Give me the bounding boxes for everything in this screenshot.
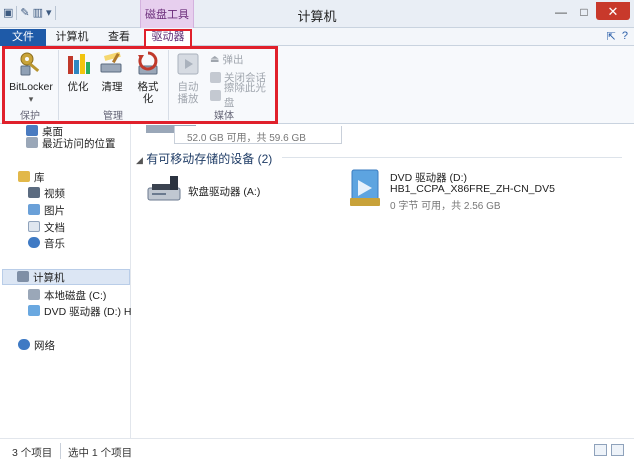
dvd-drive-icon xyxy=(28,305,40,316)
dvd-drive-icon-large xyxy=(350,169,380,206)
selected-count: 选中 1 个项目 xyxy=(68,447,133,459)
local-disk-free: 52.0 GB 可用，共 59.6 GB xyxy=(187,133,306,144)
music-icon xyxy=(28,237,40,248)
tab-view[interactable]: 查看 xyxy=(104,29,134,46)
window-title: 计算机 xyxy=(297,9,337,24)
nav-item-libraries[interactable]: 库 xyxy=(18,170,45,186)
item-count: 3 个项目 xyxy=(12,447,53,459)
dvd-free-space: 0 字节 可用，共 2.56 GB xyxy=(390,201,501,212)
minimize-ribbon-icon[interactable]: ⇱ xyxy=(607,30,616,43)
libraries-icon xyxy=(18,171,30,182)
desktop-icon xyxy=(26,125,38,136)
floppy-drive-item[interactable]: 软盘驱动器 (A:) xyxy=(146,174,326,208)
tab-file[interactable]: 文件 xyxy=(0,29,46,46)
documents-icon xyxy=(28,221,40,232)
section-divider xyxy=(282,157,622,158)
large-icons-view-icon[interactable] xyxy=(611,444,624,456)
status-divider xyxy=(60,443,61,459)
tab-computer[interactable]: 计算机 xyxy=(52,29,92,46)
pictures-icon xyxy=(28,204,40,215)
nav-item-dvd-drive-d[interactable]: DVD 驱动器 (D:) HB1 xyxy=(28,304,144,320)
window-controls: — □ ✕ xyxy=(550,2,630,20)
removable-section-header[interactable]: ◢ 有可移动存储的设备 (2) xyxy=(136,150,272,167)
context-tab-title: 磁盘工具 xyxy=(140,0,194,28)
nav-item-local-disk-c[interactable]: 本地磁盘 (C:) xyxy=(28,288,106,304)
quick-access-toolbar: ▣ ✎ ▥ ▾ xyxy=(3,6,56,20)
dvd-drive-item[interactable]: DVD 驱动器 (D:) HB1_CCPA_X86FRE_ZH-CN_DV5 0… xyxy=(348,168,628,214)
help-icon[interactable]: ? xyxy=(622,30,628,43)
ribbon-tab-bar: 文件 计算机 查看 驱动器 ⇱ ? xyxy=(0,28,634,46)
tab-drive[interactable]: 驱动器 xyxy=(144,29,192,46)
ribbon-highlight-box xyxy=(2,46,278,124)
dvd-volume-label: HB1_CCPA_X86FRE_ZH-CN_DV5 xyxy=(390,183,555,195)
properties-icon[interactable]: ✎ xyxy=(20,6,29,20)
local-disk-usage-box: 52.0 GB 可用，共 59.6 GB xyxy=(174,126,342,144)
nav-item-music[interactable]: 音乐 xyxy=(28,236,65,252)
removable-section-title: 有可移动存储的设备 (2) xyxy=(146,152,273,166)
nav-item-pictures[interactable]: 图片 xyxy=(28,203,65,219)
network-icon xyxy=(18,339,30,350)
navigation-pane: 桌面 最近访问的位置 库 视频 图片 文档 音乐 计算机 本地磁盘 (C:) D… xyxy=(0,124,144,438)
system-menu-icon[interactable]: ▣ xyxy=(3,6,13,20)
toolbar-separator xyxy=(16,6,18,20)
title-bar: ▣ ✎ ▥ ▾ 磁盘工具 计算机 — □ ✕ xyxy=(0,0,634,28)
status-bar: 3 个项目 选中 1 个项目 xyxy=(0,438,634,464)
minimize-button[interactable]: — xyxy=(550,2,572,20)
collapse-chevron-icon: ◢ xyxy=(136,155,143,165)
computer-icon xyxy=(17,271,29,282)
nav-item-computer[interactable]: 计算机 xyxy=(2,269,130,285)
new-folder-icon[interactable]: ▥ xyxy=(33,6,43,20)
close-button[interactable]: ✕ xyxy=(596,2,630,20)
view-toggle-group xyxy=(594,444,624,456)
customize-toolbar-icon[interactable]: ▾ xyxy=(46,6,52,20)
nav-item-network[interactable]: 网络 xyxy=(18,338,55,354)
nav-item-recent[interactable]: 最近访问的位置 xyxy=(26,136,116,152)
tabbar-right-controls: ⇱ ? xyxy=(607,30,628,43)
toolbar-separator xyxy=(54,6,56,20)
hard-disk-icon xyxy=(28,289,40,300)
details-view-icon[interactable] xyxy=(594,444,607,456)
maximize-button[interactable]: □ xyxy=(573,2,595,20)
recent-places-icon xyxy=(26,137,38,148)
content-pane: 52.0 GB 可用，共 59.6 GB ◢ 有可移动存储的设备 (2) 软盘驱… xyxy=(132,124,634,438)
nav-item-videos[interactable]: 视频 xyxy=(28,186,65,202)
videos-icon xyxy=(28,187,40,198)
nav-item-documents[interactable]: 文档 xyxy=(28,220,65,236)
floppy-drive-name: 软盘驱动器 (A:) xyxy=(188,186,261,198)
floppy-drive-icon xyxy=(147,176,181,201)
